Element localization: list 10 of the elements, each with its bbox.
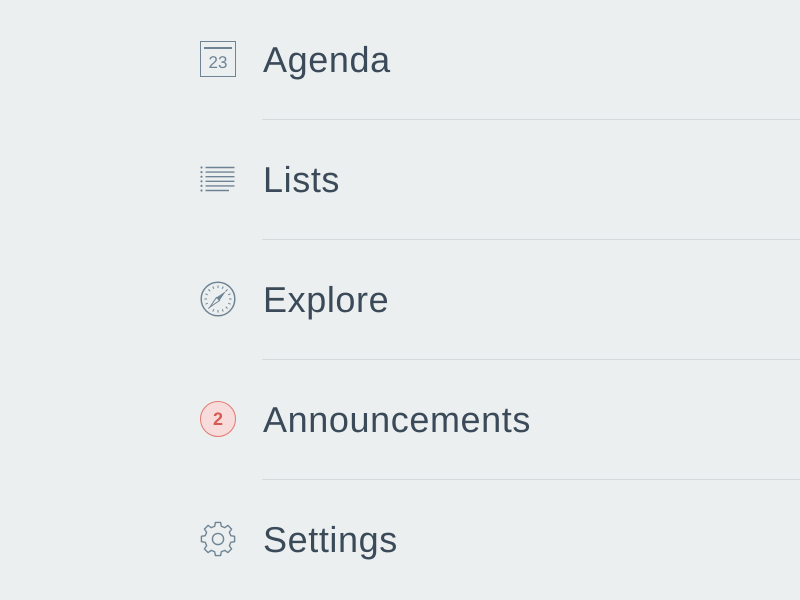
calendar-icon: 23 [200, 41, 236, 78]
settings-icon [200, 521, 236, 558]
menu-item[interactable]: Settings [200, 518, 398, 560]
menu-item[interactable]: 2 Announcements [200, 398, 531, 440]
menu-item[interactable]: 23 Agenda [200, 38, 391, 80]
menu-item[interactable]: Explore [200, 278, 390, 320]
menu-item[interactable]: Lists [200, 158, 340, 200]
list-icon [200, 166, 236, 192]
count-badge: 2 [200, 401, 236, 438]
compass-icon [200, 281, 236, 318]
